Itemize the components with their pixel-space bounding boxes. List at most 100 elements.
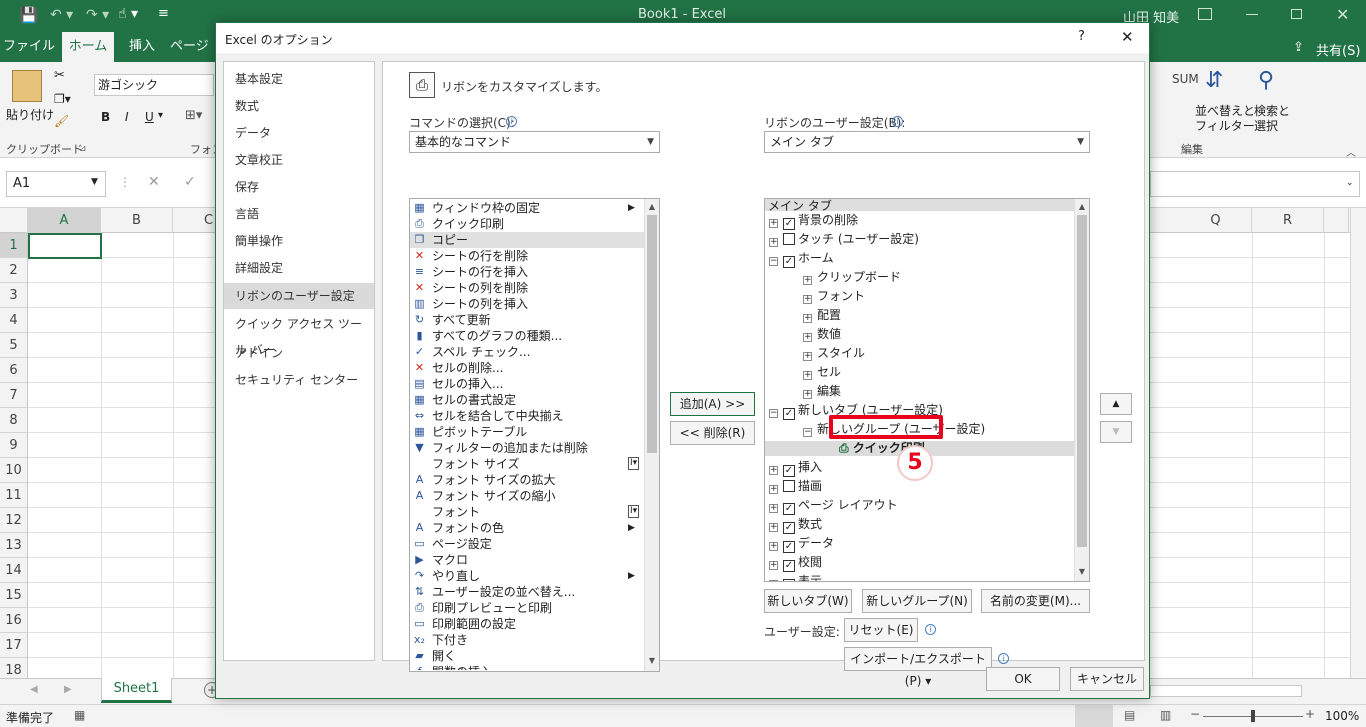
command-item[interactable]: ↷ やり直し ▶ xyxy=(410,568,644,584)
row-header[interactable]: 10 xyxy=(0,458,28,483)
add-button[interactable]: 追加(A) >> xyxy=(670,392,755,416)
scroll-thumb[interactable] xyxy=(647,215,657,453)
scroll-down-icon[interactable]: ▼ xyxy=(1075,565,1089,579)
border-icon[interactable]: ⊞▾ xyxy=(185,108,202,123)
collapse-icon[interactable]: − xyxy=(803,428,812,437)
share-icon[interactable]: ⇪ xyxy=(1293,40,1304,55)
find-icon[interactable]: ⚲ xyxy=(1258,68,1274,93)
zoom-out-icon[interactable]: − xyxy=(1190,707,1200,721)
tab-checkbox[interactable]: ✓ xyxy=(783,522,795,534)
help-button[interactable]: ? xyxy=(1078,29,1085,44)
confirm-entry-icon[interactable]: ✓ xyxy=(184,174,196,190)
tree-node[interactable]: + ✓ 数式 xyxy=(769,515,822,534)
copy-icon[interactable]: ❐▾ xyxy=(54,92,71,106)
nav-item[interactable]: 保存 xyxy=(224,174,374,200)
command-item[interactable]: ❐ コピー xyxy=(410,232,644,248)
command-item[interactable]: x₂ 下付き xyxy=(410,632,644,648)
new-group-button[interactable]: 新しいグループ(N) xyxy=(862,589,972,613)
expand-icon[interactable]: + xyxy=(769,219,778,228)
scroll-up-icon[interactable]: ▲ xyxy=(645,200,659,214)
tree-node[interactable]: + ✓ ページ レイアウト xyxy=(769,496,898,515)
column-header[interactable]: Q xyxy=(1180,208,1252,233)
commands-list[interactable]: ▦ ウィンドウ枠の固定 ▶ ⎙ クイック印刷 ❐ コピー ✕ シートの行を削除 ≡ シートの行を挿入… xyxy=(409,198,660,672)
tree-node[interactable]: + ✓表示 xyxy=(769,572,822,581)
nav-item[interactable]: アドイン xyxy=(224,340,374,366)
ribbon-tree[interactable]: メイン タブ + ✓ 背景の削除 + タッチ (ユーザー設定) − ✓ ホーム + クリップボード… xyxy=(764,198,1090,582)
autosum-button[interactable]: SUM xyxy=(1172,72,1199,86)
tab-checkbox[interactable] xyxy=(783,480,795,492)
sort-filter-icon[interactable]: ⇵ xyxy=(1205,68,1223,93)
tab-home[interactable]: ホーム xyxy=(62,32,114,62)
rename-button[interactable]: 名前の変更(M)... xyxy=(981,589,1090,613)
row-header[interactable]: 8 xyxy=(0,408,28,433)
macro-record-icon[interactable]: ▦ xyxy=(74,708,85,722)
command-item[interactable]: ⎙ クイック印刷 xyxy=(410,216,644,232)
prev-sheet-icon[interactable]: ◀ xyxy=(30,684,38,695)
commands-select[interactable]: 基本的なコマンド ▼ xyxy=(409,131,660,153)
tab-page[interactable]: ページ xyxy=(170,32,215,62)
command-item[interactable]: A フォント サイズの拡大 xyxy=(410,472,644,488)
command-item[interactable]: ▭ ページ設定 xyxy=(410,536,644,552)
italic-button[interactable]: I xyxy=(125,110,129,124)
row-header[interactable]: 14 xyxy=(0,558,28,583)
cancel-button[interactable]: キャンセル xyxy=(1070,667,1144,691)
share-button[interactable]: 共有(S) xyxy=(1316,40,1360,59)
command-item[interactable]: ⇅ ユーザー設定の並べ替え... xyxy=(410,584,644,600)
scroll-down-icon[interactable]: ▼ xyxy=(645,654,659,668)
zoom-in-icon[interactable]: + xyxy=(1305,707,1315,721)
collapse-icon[interactable]: − xyxy=(769,409,778,418)
tree-node[interactable]: + 配置 xyxy=(803,306,841,325)
tree-node[interactable]: + 数値 xyxy=(803,325,841,344)
nav-item[interactable]: クイック アクセス ツール バー xyxy=(224,311,374,357)
commands-scrollbar[interactable]: ▲ ▼ xyxy=(644,199,659,671)
redo-icon[interactable]: ↷ ▾ xyxy=(86,7,109,23)
underline-dropdown-icon[interactable]: ▾ xyxy=(158,110,163,121)
expand-icon[interactable]: + xyxy=(803,390,812,399)
expand-icon[interactable]: + xyxy=(769,485,778,494)
scroll-up-icon[interactable]: ▲ xyxy=(1075,200,1089,214)
cancel-entry-icon[interactable]: ✕ xyxy=(148,174,160,190)
tab-checkbox[interactable]: ✓ xyxy=(783,503,795,515)
nav-item[interactable]: 数式 xyxy=(224,93,374,119)
expand-icon[interactable]: + xyxy=(803,314,812,323)
touch-mode-icon[interactable]: ☝ ▾ xyxy=(118,6,138,22)
nav-item[interactable]: リボンのユーザー設定 xyxy=(224,283,374,309)
row-header[interactable]: 2 xyxy=(0,258,28,283)
expand-icon[interactable]: + xyxy=(803,333,812,342)
expand-icon[interactable]: + xyxy=(803,295,812,304)
tab-checkbox[interactable]: ✓ xyxy=(783,218,795,230)
row-header[interactable]: 13 xyxy=(0,533,28,558)
active-cell[interactable] xyxy=(28,233,102,259)
tree-node[interactable]: + ✓ 挿入 xyxy=(769,458,822,477)
command-item[interactable]: ✕ シートの行を削除 xyxy=(410,248,644,264)
name-box-dropdown-icon[interactable]: ▼ xyxy=(91,177,98,187)
page-break-view-icon[interactable]: ▥ xyxy=(1160,708,1171,722)
customize-qat-icon[interactable]: ≡ xyxy=(158,6,169,21)
reset-button[interactable]: リセット(E) ▾ xyxy=(844,618,918,659)
ribbon-tree-scrollbar[interactable]: ▲ ▼ xyxy=(1074,199,1089,581)
command-item[interactable]: フォント サイズ I▾ xyxy=(410,456,644,472)
command-item[interactable]: ✕ セルの削除... xyxy=(410,360,644,376)
tree-node[interactable]: + 編集 xyxy=(803,382,841,401)
tab-checkbox[interactable]: ✓ xyxy=(783,541,795,553)
expand-icon[interactable]: + xyxy=(803,276,812,285)
paste-icon[interactable] xyxy=(12,70,42,102)
new-tab-button[interactable]: 新しいタブ(W) xyxy=(764,589,852,613)
command-item[interactable]: ⇔ セルを結合して中央揃え xyxy=(410,408,644,424)
formula-input[interactable] xyxy=(1150,171,1360,197)
command-item[interactable]: ✓ スペル チェック... xyxy=(410,344,644,360)
column-header[interactable]: B xyxy=(101,208,173,233)
tree-node[interactable]: + スタイル xyxy=(803,344,865,363)
nav-item[interactable]: データ xyxy=(224,120,374,146)
collapse-ribbon-icon[interactable]: ︿ xyxy=(1346,144,1356,159)
ok-button[interactable]: OK xyxy=(986,667,1060,691)
scroll-thumb[interactable] xyxy=(1077,215,1087,547)
nav-item[interactable]: 文章校正 xyxy=(224,147,374,173)
page-layout-view-icon[interactable]: ▤ xyxy=(1124,708,1135,722)
expand-icon[interactable]: + xyxy=(769,504,778,513)
font-name-box[interactable]: 游ゴシック xyxy=(94,74,214,96)
zoom-slider-thumb[interactable] xyxy=(1251,710,1255,722)
vertical-scrollbar[interactable] xyxy=(1350,208,1366,678)
horizontal-scrollbar[interactable] xyxy=(1150,685,1302,697)
command-item[interactable]: ≡ シートの行を挿入 xyxy=(410,264,644,280)
